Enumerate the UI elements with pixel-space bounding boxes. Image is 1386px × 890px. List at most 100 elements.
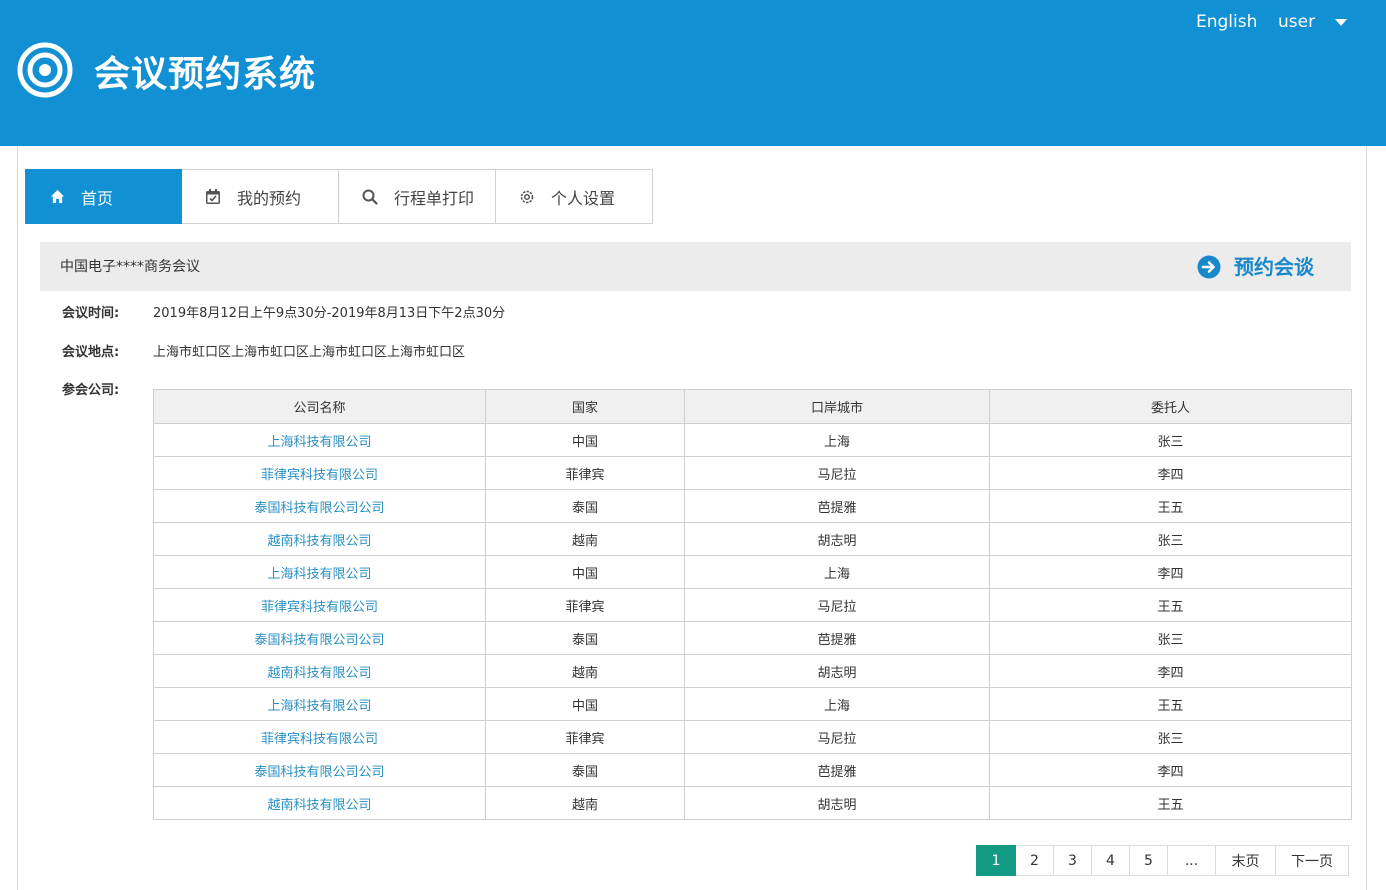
company-name-cell[interactable]: 菲律宾科技有限公司 [153,588,486,622]
column-header-port-city: 口岸城市 [684,389,990,424]
port-city-cell: 上海 [684,555,990,589]
page-2-button[interactable]: 2 [1016,845,1054,876]
home-icon [49,189,65,205]
top-header: 会议预约系统 English user [0,0,1386,146]
column-header-delegate: 委托人 [989,389,1352,424]
delegate-cell: 李四 [989,555,1352,589]
gear-icon [519,189,535,205]
last-page-button[interactable]: 末页 [1216,845,1276,876]
meeting-name: 中国电子****商务会议 [60,259,200,275]
port-city-cell: 芭提雅 [684,621,990,655]
country-cell: 越南 [485,522,685,556]
company-name-cell[interactable]: 越南科技有限公司 [153,654,486,688]
delegate-cell: 李四 [989,654,1352,688]
meeting-title-bar: 中国电子****商务会议 预约会谈 [40,242,1351,291]
delegate-cell: 张三 [989,522,1352,556]
port-city-cell: 胡志明 [684,522,990,556]
table-row: 越南科技有限公司 越南 胡志明 张三 [153,522,1352,556]
delegate-cell: 王五 [989,588,1352,622]
port-city-cell: 上海 [684,687,990,721]
delegate-cell: 李四 [989,456,1352,490]
meeting-time-label: 会议时间: [62,306,120,321]
tab-personal-settings-label: 个人设置 [551,188,616,208]
arrow-right-circle-icon [1197,255,1221,279]
logo-icon [17,42,73,98]
port-city-cell: 胡志明 [684,786,990,820]
app-title: 会议预约系统 [94,54,317,95]
book-meeting-button[interactable]: 预约会谈 [1197,253,1314,281]
table-row: 菲律宾科技有限公司 菲律宾 马尼拉 张三 [153,720,1352,754]
country-cell: 泰国 [485,753,685,787]
tab-home[interactable]: 首页 [25,169,182,224]
column-header-country: 国家 [485,389,685,424]
company-name-cell[interactable]: 菲律宾科技有限公司 [153,456,486,490]
calendar-icon [205,189,221,205]
company-name-cell[interactable]: 泰国科技有限公司公司 [153,621,486,655]
company-name-cell[interactable]: 上海科技有限公司 [153,555,486,589]
participating-companies-label: 参会公司: [62,383,120,398]
delegate-cell: 张三 [989,720,1352,754]
table-row: 越南科技有限公司 越南 胡志明 李四 [153,654,1352,688]
meeting-time-value: 2019年8月12日上午9点30分-2019年8月13日下午2点30分 [153,306,506,321]
port-city-cell: 芭提雅 [684,753,990,787]
next-page-button[interactable]: 下一页 [1276,845,1349,876]
country-cell: 泰国 [485,621,685,655]
table-row: 泰国科技有限公司公司 泰国 芭提雅 王五 [153,489,1352,523]
company-name-cell[interactable]: 上海科技有限公司 [153,423,486,457]
table-row: 越南科技有限公司 越南 胡志明 王五 [153,786,1352,820]
company-name-cell[interactable]: 上海科技有限公司 [153,687,486,721]
table-header-row: 公司名称 国家 口岸城市 委托人 [153,389,1352,424]
table-row: 上海科技有限公司 中国 上海 张三 [153,423,1352,457]
company-name-cell[interactable]: 越南科技有限公司 [153,786,486,820]
table-row: 菲律宾科技有限公司 菲律宾 马尼拉 王五 [153,588,1352,622]
page-3-button[interactable]: 3 [1054,845,1092,876]
tab-my-bookings-label: 我的预约 [237,188,302,208]
company-name-cell[interactable]: 泰国科技有限公司公司 [153,489,486,523]
country-cell: 菲律宾 [485,456,685,490]
table-row: 菲律宾科技有限公司 菲律宾 马尼拉 李四 [153,456,1352,490]
page-4-button[interactable]: 4 [1092,845,1130,876]
companies-table: 公司名称 国家 口岸城市 委托人 上海科技有限公司 中国 上海 张三 菲律宾科技有限公司… [153,389,1352,820]
country-cell: 越南 [485,654,685,688]
company-name-cell[interactable]: 泰国科技有限公司公司 [153,753,486,787]
country-cell: 越南 [485,786,685,820]
tab-home-label: 首页 [81,188,114,208]
port-city-cell: 马尼拉 [684,588,990,622]
page-ellipsis: ... [1168,845,1216,876]
country-cell: 中国 [485,423,685,457]
tab-my-bookings[interactable]: 我的预约 [182,169,339,224]
table-row: 上海科技有限公司 中国 上海 王五 [153,687,1352,721]
delegate-cell: 王五 [989,687,1352,721]
search-icon [362,189,378,205]
companies-table-body: 上海科技有限公司 中国 上海 张三 菲律宾科技有限公司 菲律宾 马尼拉 李四 泰国科技有限公司公… [153,423,1352,820]
country-cell: 泰国 [485,489,685,523]
country-cell: 菲律宾 [485,588,685,622]
table-row: 上海科技有限公司 中国 上海 李四 [153,555,1352,589]
column-header-company: 公司名称 [153,389,486,424]
main-tabs: 首页 我的预约 行程单打印 个人设置 [25,169,653,224]
user-name: user [1278,12,1316,32]
meeting-location-label: 会议地点: [62,345,120,360]
tab-itinerary-print-label: 行程单打印 [394,188,475,208]
language-switch-link[interactable]: English [1196,10,1257,34]
caret-down-icon[interactable] [1335,18,1348,26]
port-city-cell: 上海 [684,423,990,457]
company-name-cell[interactable]: 菲律宾科技有限公司 [153,720,486,754]
content-frame-right-border [1366,146,1367,890]
delegate-cell: 王五 [989,786,1352,820]
tab-itinerary-print[interactable]: 行程单打印 [339,169,496,224]
port-city-cell: 胡志明 [684,654,990,688]
user-menu[interactable]: user [1278,10,1348,34]
pagination: 1 2 3 4 5 ... 末页 下一页 [976,845,1349,876]
port-city-cell: 马尼拉 [684,720,990,754]
country-cell: 菲律宾 [485,720,685,754]
delegate-cell: 张三 [989,423,1352,457]
port-city-cell: 马尼拉 [684,456,990,490]
delegate-cell: 张三 [989,621,1352,655]
table-row: 泰国科技有限公司公司 泰国 芭提雅 张三 [153,621,1352,655]
page-5-button[interactable]: 5 [1130,845,1168,876]
delegate-cell: 王五 [989,489,1352,523]
tab-personal-settings[interactable]: 个人设置 [496,169,653,224]
page-1-button[interactable]: 1 [976,845,1016,876]
company-name-cell[interactable]: 越南科技有限公司 [153,522,486,556]
